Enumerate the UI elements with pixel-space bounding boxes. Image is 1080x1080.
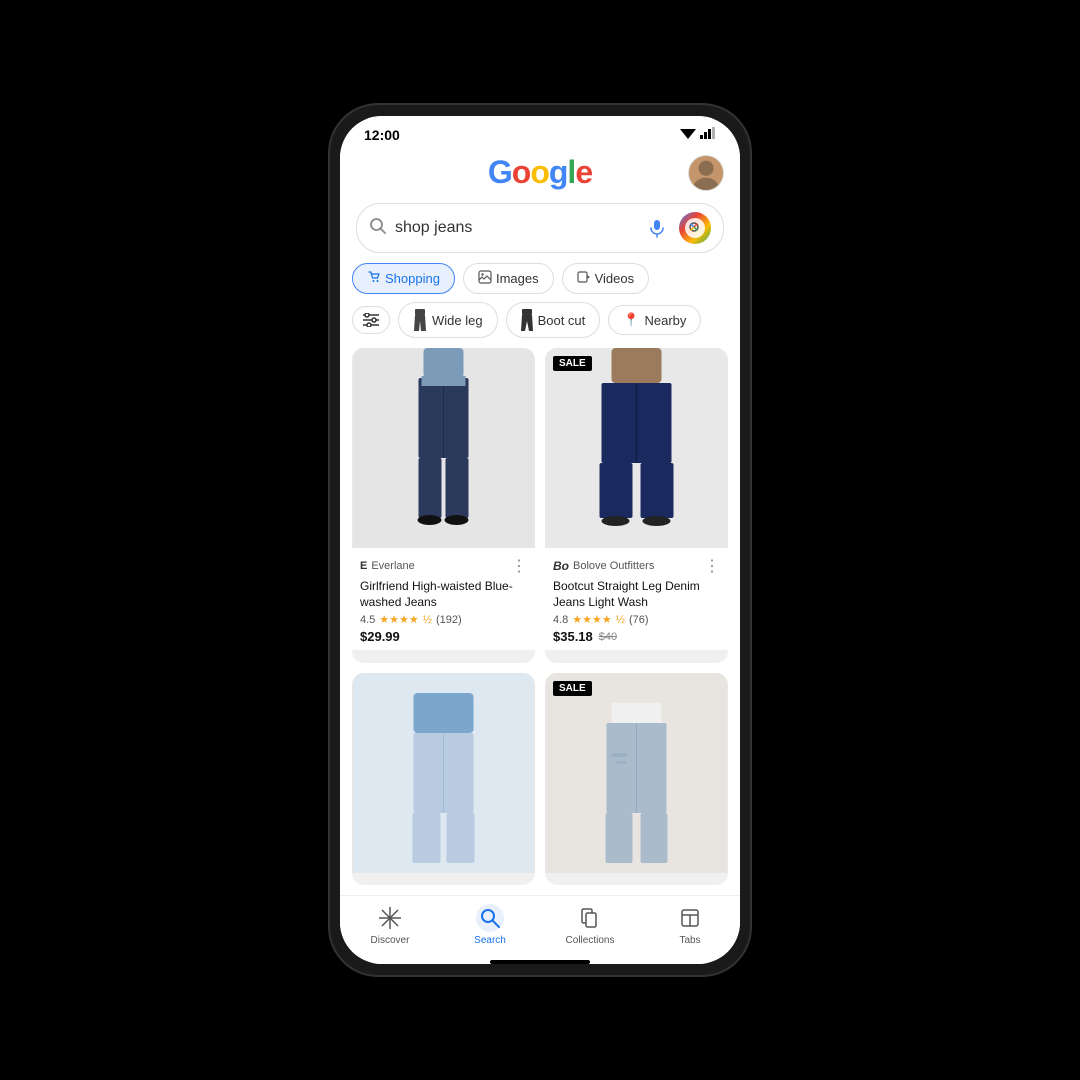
phone-frame: 12:00 [330, 105, 750, 975]
status-icons [680, 126, 716, 144]
filter-chip-shopping[interactable]: Shopping [352, 263, 455, 294]
price-row-2: $35.18 $40 [553, 629, 720, 644]
status-bar: 12:00 [340, 116, 740, 148]
filter-options-button[interactable] [352, 306, 390, 334]
nav-label-discover: Discover [371, 935, 410, 946]
rating-number-2: 4.8 [553, 614, 568, 626]
refine-bar: Wide leg Boot cut 📍 Nearby [340, 302, 740, 348]
more-button-2[interactable]: ⋮ [704, 556, 720, 576]
sale-badge-2: SALE [553, 356, 592, 371]
boot-cut-jeans-icon [521, 309, 533, 331]
refine-chip-nearby[interactable]: 📍 Nearby [608, 305, 701, 335]
discover-icon [376, 904, 404, 932]
phone-screen: 12:00 [340, 116, 740, 964]
product-title-2: Bootcut Straight Leg Denim Jeans Light W… [553, 579, 720, 610]
nav-label-collections: Collections [566, 935, 615, 946]
product-info-2: Bo Bolove Outfitters ⋮ Bootcut Straight … [545, 548, 728, 650]
bottom-nav: Discover Search [340, 895, 740, 960]
price-1: $29.99 [360, 629, 400, 644]
seller-name-1: E Everlane [360, 560, 415, 572]
main-content: Google [340, 148, 740, 964]
search-bar[interactable]: shop jeans [356, 203, 724, 253]
nav-item-tabs[interactable]: Tabs [640, 904, 740, 946]
sale-badge-4: SALE [553, 681, 592, 696]
product-title-1: Girlfriend High-waisted Blue-washed Jean… [360, 579, 527, 610]
stars-1: ★★★★ [379, 613, 418, 626]
filter-chip-videos[interactable]: Videos [562, 263, 650, 294]
product-image-3 [352, 673, 535, 873]
product-card-3[interactable] [352, 673, 535, 885]
search-nav-icon [476, 904, 504, 932]
rating-number-1: 4.5 [360, 614, 375, 626]
mic-button[interactable] [643, 214, 671, 242]
nav-label-tabs: Tabs [679, 935, 700, 946]
nav-label-search: Search [474, 935, 506, 946]
collections-icon [576, 904, 604, 932]
rating-row-1: 4.5 ★★★★½ (192) [360, 613, 527, 626]
nav-item-collections[interactable]: Collections [540, 904, 640, 946]
tabs-icon [676, 904, 704, 932]
products-grid: E Everlane ⋮ Girlfriend High-waisted Blu… [340, 348, 740, 895]
seller-row-1: E Everlane ⋮ [360, 556, 527, 576]
nav-item-discover[interactable]: Discover [340, 904, 440, 946]
header: Google [340, 148, 740, 197]
product-card-1[interactable]: E Everlane ⋮ Girlfriend High-waisted Blu… [352, 348, 535, 663]
search-icon [369, 217, 387, 240]
google-logo: Google [488, 154, 592, 191]
rating-row-2: 4.8 ★★★★½ (76) [553, 613, 720, 626]
nav-item-search[interactable]: Search [440, 904, 540, 946]
videos-icon [577, 270, 591, 287]
images-icon [478, 270, 492, 287]
product-image-1 [352, 348, 535, 548]
wide-leg-jeans-icon [413, 309, 427, 331]
product-image-4: SALE [545, 673, 728, 873]
review-count-2: (76) [629, 614, 649, 626]
price-row-1: $29.99 [360, 629, 527, 644]
refine-chip-wide-leg[interactable]: Wide leg [398, 302, 498, 338]
original-price-2: $40 [599, 631, 617, 643]
wifi-icon [680, 126, 696, 144]
lens-button[interactable] [679, 212, 711, 244]
stars-2: ★★★★ [572, 613, 611, 626]
location-icon: 📍 [623, 312, 639, 328]
product-image-2: SALE [545, 348, 728, 548]
user-avatar[interactable] [688, 155, 724, 191]
more-button-1[interactable]: ⋮ [511, 556, 527, 576]
product-card-2[interactable]: SALE [545, 348, 728, 663]
price-2: $35.18 [553, 629, 593, 644]
seller-name-2: Bo Bolove Outfitters [553, 559, 654, 573]
home-indicator [490, 960, 590, 964]
product-info-1: E Everlane ⋮ Girlfriend High-waisted Blu… [352, 548, 535, 650]
signal-icon [700, 126, 716, 144]
shopping-icon [367, 270, 381, 287]
product-card-4[interactable]: SALE [545, 673, 728, 885]
search-query: shop jeans [395, 219, 635, 237]
filter-chip-images[interactable]: Images [463, 263, 554, 294]
filter-tabs: Shopping Images [340, 263, 740, 302]
seller-row-2: Bo Bolove Outfitters ⋮ [553, 556, 720, 576]
refine-chip-boot-cut[interactable]: Boot cut [506, 302, 601, 338]
status-time: 12:00 [364, 127, 400, 143]
review-count-1: (192) [436, 614, 462, 626]
